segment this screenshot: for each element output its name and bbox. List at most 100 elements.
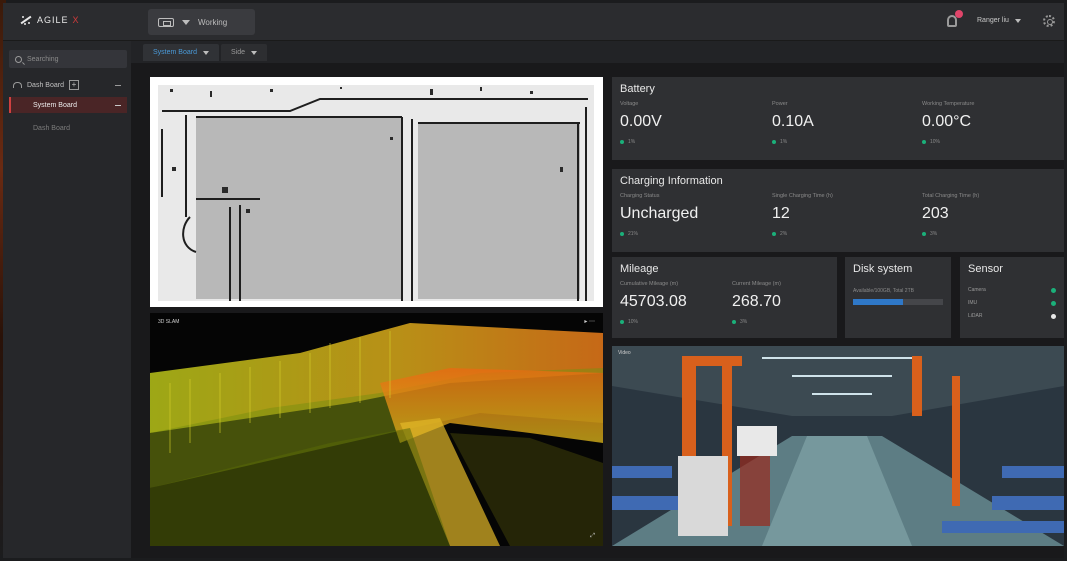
sensor-card: Sensor Camera IMU LiDAR <box>960 257 1064 338</box>
occupancy-map[interactable] <box>150 77 603 307</box>
battery-card: Battery Voltage 0.00V 1% Power 0.10A 1% … <box>612 77 1064 160</box>
metric-label: Voltage <box>620 101 639 107</box>
sidebar-item-label: System Board <box>33 101 77 109</box>
battery-title: Battery <box>620 83 655 95</box>
status-dot-icon <box>1051 300 1056 306</box>
lidar-label: 3D SLAM <box>158 319 180 325</box>
disk-usage-fill <box>853 299 903 305</box>
metric-delta: 21% <box>620 231 698 237</box>
tab-side[interactable]: Side <box>221 44 268 61</box>
sidebar: Searching Dash Board + System Board Dash… <box>3 41 131 558</box>
charging-title: Charging Information <box>620 175 723 187</box>
chevron-down-icon <box>1014 18 1021 23</box>
sidebar-item-system-board[interactable]: System Board <box>9 97 127 113</box>
search-placeholder: Searching <box>27 55 59 63</box>
metric-delta: 3% <box>732 319 781 325</box>
tab-system-board[interactable]: System Board <box>143 44 219 61</box>
user-name: Ranger liu <box>977 17 1009 24</box>
metric-value: 12 <box>772 205 790 222</box>
lidar-toolbar-icons[interactable]: ▸ ⋯ <box>584 318 595 325</box>
user-menu[interactable]: Ranger liu <box>977 17 1021 24</box>
metric-value: 45703.08 <box>620 293 687 310</box>
metric-delta: 10% <box>922 139 974 145</box>
fullscreen-icon[interactable]: ⤢ <box>590 533 595 540</box>
disk-usage-label: Available/100GB, Total 2TB <box>853 288 914 294</box>
charging-card: Charging Information Charging Status Unc… <box>612 169 1064 252</box>
app-window: AGILE X Working Ranger liu Searching Das… <box>3 3 1064 558</box>
metric-delta: 3% <box>922 231 979 237</box>
chevron-down-icon <box>202 50 209 55</box>
app-logo[interactable]: AGILE X <box>19 13 80 27</box>
disk-usage-bar <box>853 299 943 305</box>
mileage-card: Mileage Cumulative Mileage (m) 45703.08 … <box>612 257 837 338</box>
tab-label: Side <box>231 49 246 56</box>
sensor-row-imu: IMU <box>968 298 1056 308</box>
robot-selector[interactable]: Working <box>148 9 255 35</box>
add-board-button[interactable]: + <box>68 80 79 90</box>
metric-delta: 2% <box>772 231 833 237</box>
metric-value: 0.10A <box>772 113 814 130</box>
dashboard-main: 3D SLAM ▸ ⋯ ⤢ Battery Voltage 0.00V 1% P… <box>131 63 1064 558</box>
metric-value: Uncharged <box>620 205 699 222</box>
lidar-pointcloud-image <box>150 313 603 546</box>
sidebar-item-label: Dash Board <box>33 124 70 132</box>
cumulative-mileage-metric: Cumulative Mileage (m) 45703.08 10% <box>620 281 687 325</box>
sensor-row-lidar: LiDAR <box>968 311 1056 321</box>
disk-system-card: Disk system Available/100GB, Total 2TB <box>845 257 951 338</box>
collapse-icon[interactable] <box>115 84 121 86</box>
camera-video-feed[interactable]: Video <box>612 346 1064 546</box>
sensor-label: LiDAR <box>968 313 983 319</box>
battery-power-metric: Power 0.10A 1% <box>772 101 814 145</box>
metric-value: 0.00V <box>620 113 662 130</box>
tab-label: System Board <box>153 49 197 56</box>
sensor-label: IMU <box>968 300 978 306</box>
battery-temperature-metric: Working Temperature 0.00°C 10% <box>922 101 974 145</box>
warehouse-video-image <box>612 346 1064 546</box>
dashboard-icon <box>13 82 22 88</box>
tab-bar: System Board Side <box>131 41 1064 63</box>
metric-label: Current Mileage (m) <box>732 281 781 287</box>
charging-status-metric: Charging Status Uncharged 21% <box>620 193 698 237</box>
logo-mark-icon <box>19 13 33 27</box>
item-menu-icon[interactable] <box>115 104 121 106</box>
chevron-down-icon <box>251 50 258 55</box>
top-bar: AGILE X Working Ranger liu <box>3 3 1064 41</box>
metric-delta: 10% <box>620 319 687 325</box>
single-charging-time-metric: Single Charging Time (h) 12 2% <box>772 193 833 237</box>
sidebar-group-dash-board[interactable]: Dash Board + <box>13 78 127 92</box>
sidebar-group-label: Dash Board <box>27 81 64 89</box>
mileage-title: Mileage <box>620 263 659 275</box>
sensor-title: Sensor <box>968 263 1003 275</box>
total-charging-time-metric: Total Charging Time (h) 203 3% <box>922 193 979 237</box>
metric-delta: 1% <box>620 139 662 145</box>
logo-suffix: X <box>72 15 80 25</box>
disk-title: Disk system <box>853 263 913 275</box>
lidar-3d-view[interactable]: 3D SLAM ▸ ⋯ ⤢ <box>150 313 603 546</box>
metric-label: Working Temperature <box>922 101 975 107</box>
metric-label: Single Charging Time (h) <box>772 193 833 199</box>
metric-label: Power <box>772 101 788 107</box>
sensor-row-camera: Camera <box>968 285 1056 295</box>
chevron-down-icon <box>182 19 190 25</box>
current-mileage-metric: Current Mileage (m) 268.70 3% <box>732 281 781 325</box>
robot-icon <box>158 17 174 27</box>
notification-badge <box>955 10 963 18</box>
metric-value: 203 <box>922 205 949 222</box>
status-dot-icon <box>1051 313 1056 319</box>
settings-gear-icon[interactable] <box>1043 15 1055 27</box>
metric-label: Cumulative Mileage (m) <box>620 281 679 287</box>
metric-value: 268.70 <box>732 293 781 310</box>
sidebar-item-dash-board[interactable]: Dash Board <box>9 121 127 135</box>
metric-label: Total Charging Time (h) <box>922 193 980 199</box>
search-input[interactable]: Searching <box>9 50 127 68</box>
metric-delta: 1% <box>772 139 814 145</box>
video-label: Video <box>618 350 631 356</box>
status-dot-icon <box>1051 287 1056 293</box>
metric-value: 0.00°C <box>922 113 972 130</box>
robot-status: Working <box>198 17 228 27</box>
occupancy-map-image <box>150 77 603 307</box>
search-icon <box>15 55 22 63</box>
logo-text: AGILE <box>37 15 69 25</box>
sensor-label: Camera <box>968 287 986 293</box>
battery-voltage-metric: Voltage 0.00V 1% <box>620 101 662 145</box>
